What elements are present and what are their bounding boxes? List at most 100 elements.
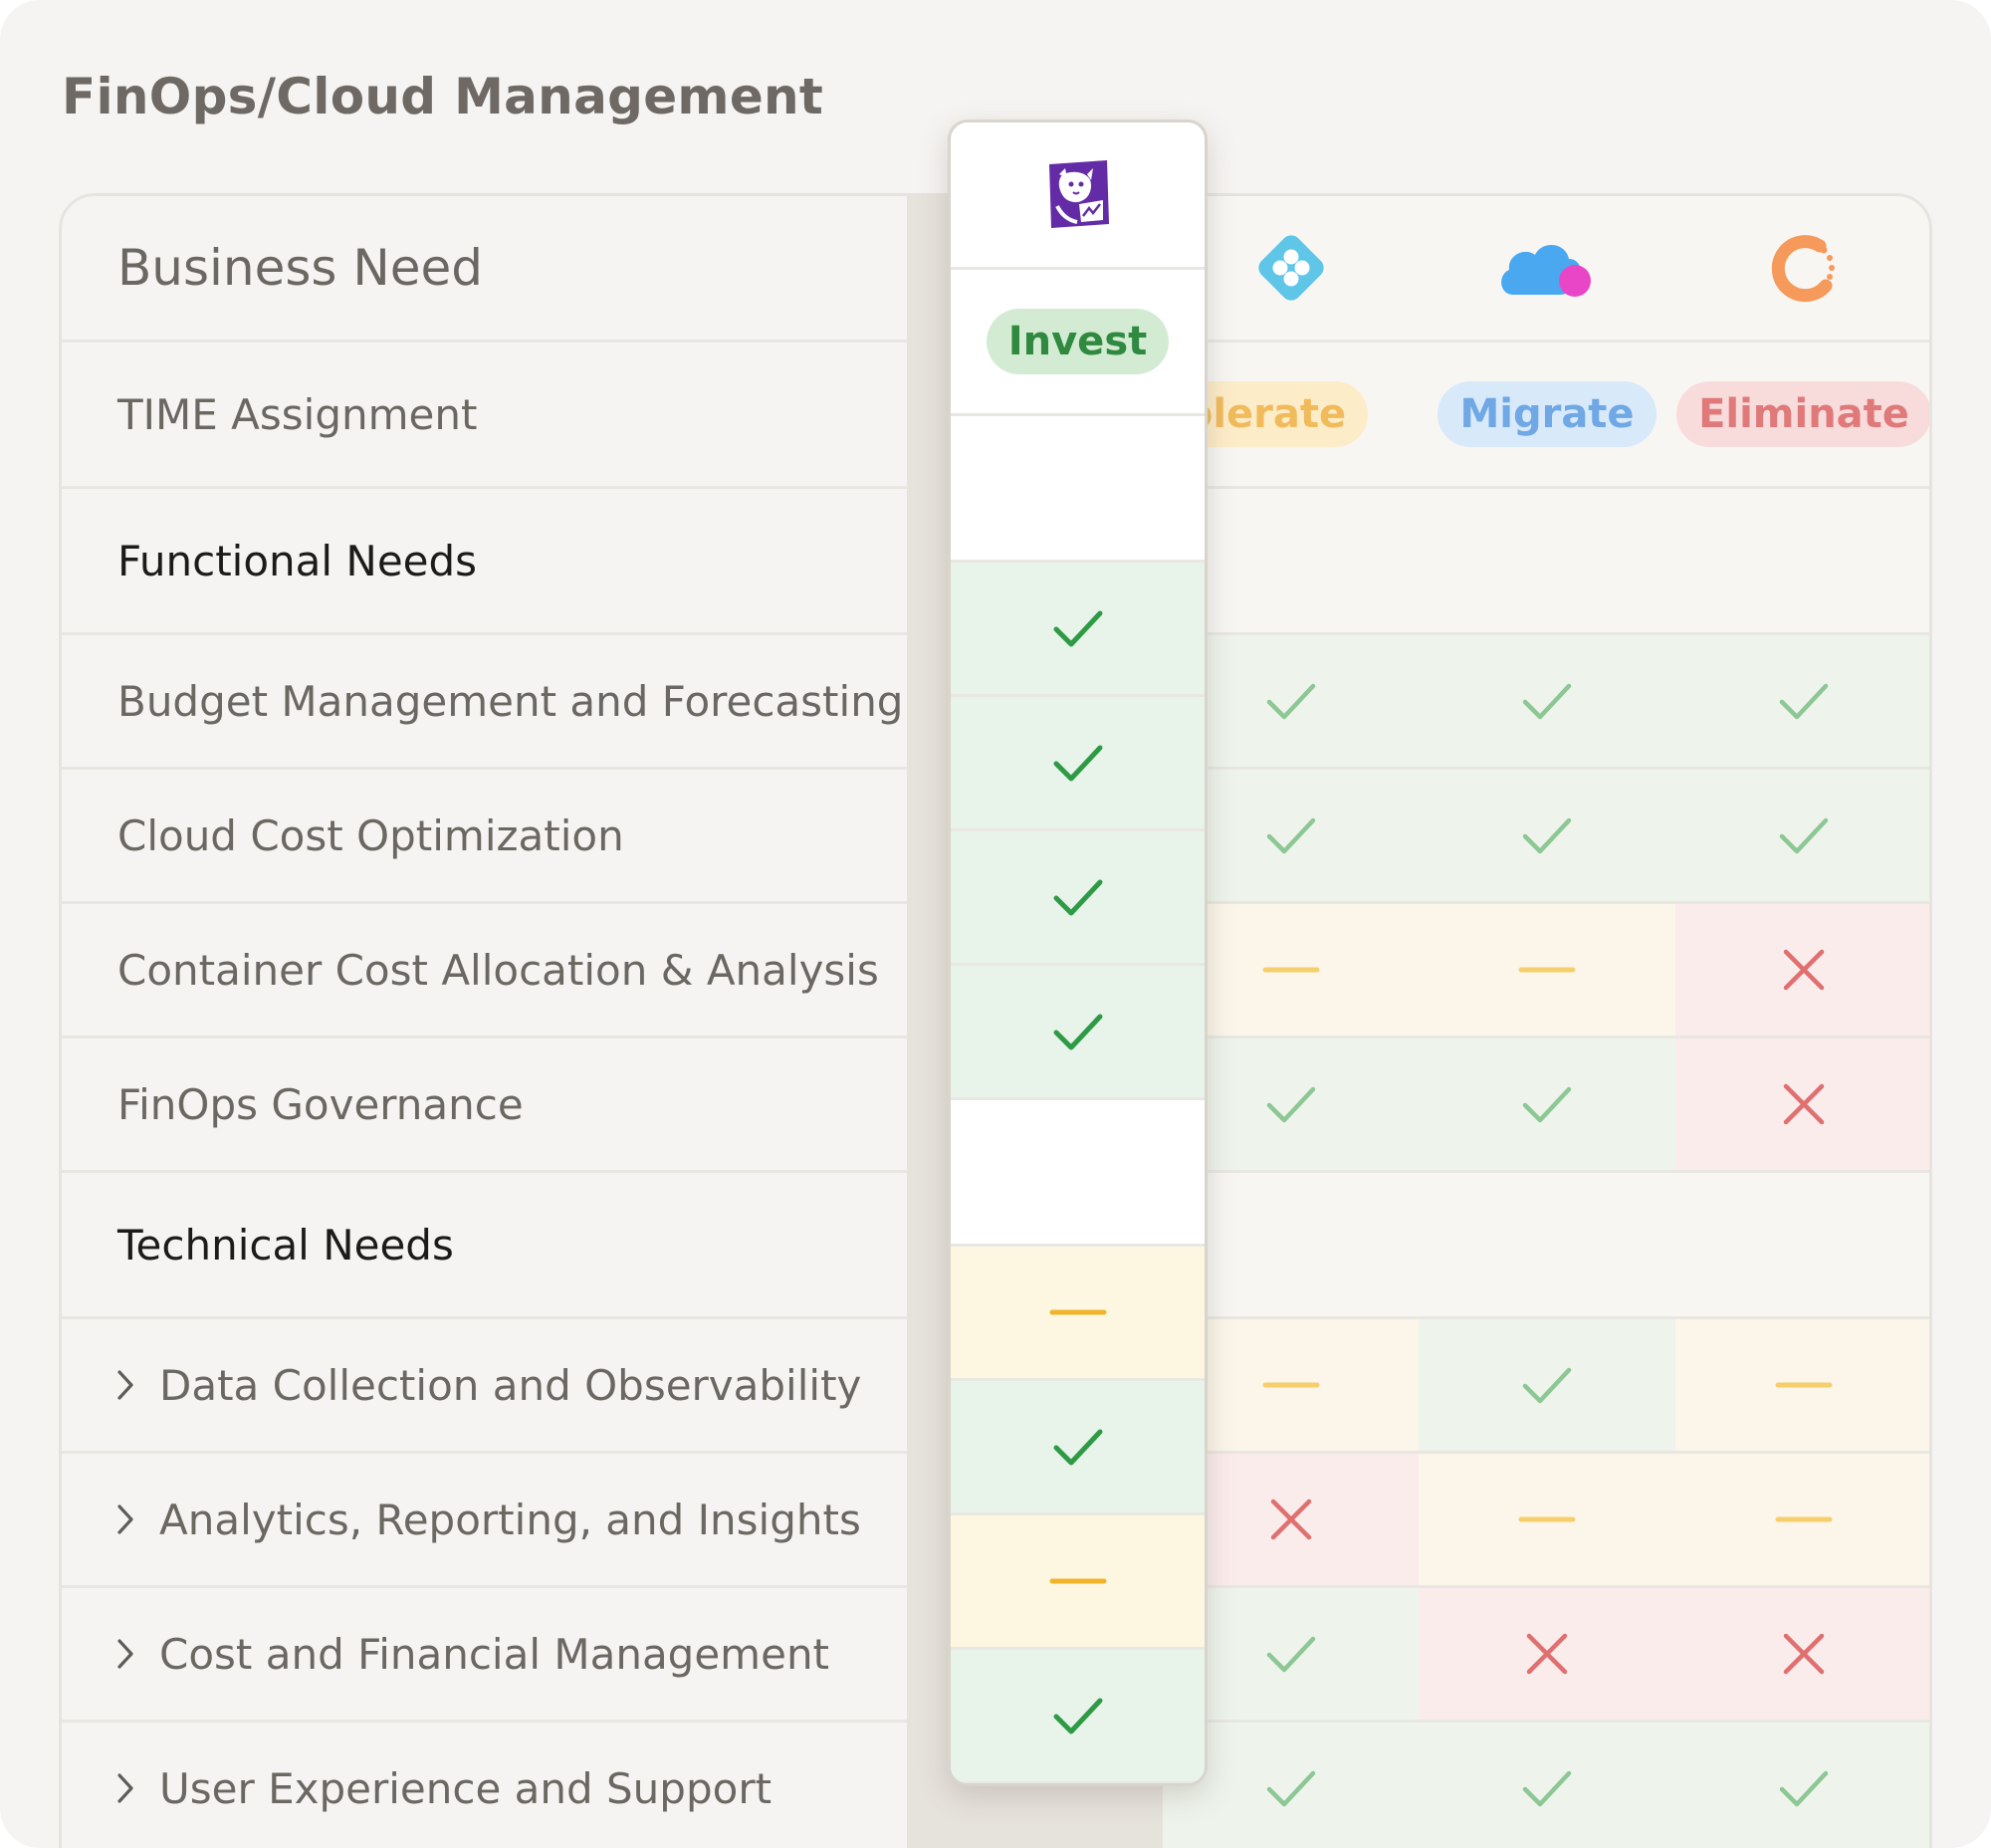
dash-icon — [1518, 1516, 1576, 1522]
rating-cell — [1419, 1039, 1675, 1170]
dash-icon — [1049, 1578, 1106, 1584]
featured-rating-cell — [951, 966, 1205, 1100]
row-label: Business Need — [117, 239, 484, 297]
featured-logo-cell — [951, 122, 1205, 270]
row-label: Container Cost Allocation & Analysis — [117, 945, 879, 995]
chevron-right-icon[interactable] — [113, 1768, 137, 1808]
row-label: Budget Management and Forecasting — [117, 676, 904, 726]
rating-cell — [1419, 635, 1675, 767]
functional-needs-spacer — [1163, 489, 1929, 635]
check-icon — [1522, 1367, 1572, 1404]
rating-cell — [1675, 770, 1929, 901]
rating-cell — [1419, 1319, 1675, 1451]
check-icon — [1053, 879, 1102, 916]
featured-assignment-cell: Invest — [951, 270, 1205, 416]
row-time-assignment: TIME Assignment — [62, 343, 907, 489]
chevron-right-icon[interactable] — [113, 1500, 137, 1539]
rating-row-cost-financial — [1163, 1588, 1929, 1723]
check-icon — [1053, 745, 1102, 782]
assignment-cell: Migrate — [1419, 343, 1675, 486]
featured-rating-cell — [951, 1247, 1205, 1381]
row-label: TIME Assignment — [117, 389, 478, 439]
row-label: Cost and Financial Management — [159, 1629, 830, 1679]
featured-rating-cell — [951, 831, 1205, 966]
check-icon — [1522, 1770, 1572, 1807]
row-label: Analytics, Reporting, and Insights — [159, 1495, 861, 1544]
check-icon — [1053, 1014, 1102, 1050]
chevron-right-icon[interactable] — [113, 1634, 137, 1674]
eliminate-pill: Eliminate — [1676, 381, 1929, 447]
assignment-cell: Eliminate — [1675, 343, 1929, 486]
rating-row-optimization — [1163, 770, 1929, 904]
row-label: FinOps Governance — [117, 1079, 524, 1129]
check-icon — [1266, 1086, 1315, 1123]
row-container-cost: Container Cost Allocation & Analysis — [62, 904, 907, 1039]
assignment-row: Tolerate Migrate Eliminate — [1163, 343, 1929, 489]
featured-rating-cell — [951, 563, 1205, 697]
rating-row-data-collection — [1163, 1319, 1929, 1454]
cloud-pink-dot-logo-icon — [1501, 244, 1591, 297]
check-icon — [1522, 817, 1572, 854]
vendor-logo-cell — [1419, 196, 1675, 340]
dash-icon — [1262, 1382, 1319, 1388]
check-icon — [1053, 1698, 1102, 1734]
check-icon — [1266, 817, 1315, 854]
rating-cell — [1675, 1454, 1929, 1585]
row-user-experience[interactable]: User Experience and Support — [62, 1723, 907, 1848]
blue-diamond-logo-icon — [1257, 235, 1324, 301]
migrate-pill: Migrate — [1438, 381, 1657, 447]
technical-needs-spacer — [1163, 1173, 1929, 1319]
cross-icon — [1783, 949, 1825, 991]
rating-row-container — [1163, 904, 1929, 1039]
rating-cell — [1419, 1588, 1675, 1720]
rating-cell — [1675, 635, 1929, 767]
rating-cell — [1419, 1454, 1675, 1585]
check-icon — [1266, 683, 1315, 720]
row-analytics-reporting[interactable]: Analytics, Reporting, and Insights — [62, 1454, 907, 1588]
featured-rating-cell — [951, 1515, 1205, 1650]
row-finops-governance: FinOps Governance — [62, 1039, 907, 1173]
cross-icon — [1783, 1083, 1825, 1125]
featured-technical-spacer — [951, 1100, 1205, 1247]
check-icon — [1522, 683, 1572, 720]
datadog-dog-logo-icon — [1048, 159, 1109, 228]
cross-icon — [1783, 1633, 1825, 1675]
section-functional-needs: Functional Needs — [62, 489, 907, 635]
row-labels-table: Business Need TIME Assignment Functional… — [59, 193, 907, 1848]
invest-pill: Invest — [986, 309, 1170, 374]
rating-cell — [1419, 904, 1675, 1036]
page-title: FinOps/Cloud Management — [62, 68, 824, 125]
row-label: Data Collection and Observability — [159, 1360, 862, 1410]
rating-cell — [1675, 1588, 1929, 1720]
featured-rating-cell — [951, 697, 1205, 831]
row-cost-financial[interactable]: Cost and Financial Management — [62, 1588, 907, 1723]
rating-cell — [1419, 770, 1675, 901]
check-icon — [1779, 1770, 1829, 1807]
rating-cell — [1675, 904, 1929, 1036]
rating-cell — [1675, 1723, 1929, 1848]
rating-cell — [1675, 1039, 1929, 1170]
dash-icon — [1262, 967, 1319, 973]
featured-rating-cell — [951, 1650, 1205, 1783]
row-label: User Experience and Support — [159, 1763, 773, 1813]
check-icon — [1053, 1429, 1102, 1466]
featured-rating-cell — [951, 1381, 1205, 1515]
row-business-need: Business Need — [62, 196, 907, 343]
section-technical-needs: Technical Needs — [62, 1173, 907, 1319]
rating-row-analytics — [1163, 1454, 1929, 1588]
rating-row-budget — [1163, 635, 1929, 770]
rating-cell — [1419, 1723, 1675, 1848]
logos-row — [1163, 196, 1929, 343]
chevron-right-icon[interactable] — [113, 1365, 137, 1405]
comparison-card: FinOps/Cloud Management Business Need TI… — [0, 0, 1991, 1848]
section-label: Technical Needs — [117, 1220, 454, 1270]
row-data-collection[interactable]: Data Collection and Observability — [62, 1319, 907, 1454]
rating-row-user-experience — [1163, 1723, 1929, 1848]
check-icon — [1053, 610, 1102, 647]
orange-ring-logo-icon — [1771, 235, 1835, 303]
check-icon — [1779, 683, 1829, 720]
row-budget-management: Budget Management and Forecasting — [62, 635, 907, 770]
vendor-logo-cell — [1675, 196, 1929, 340]
check-icon — [1266, 1770, 1315, 1807]
dash-icon — [1775, 1516, 1833, 1522]
